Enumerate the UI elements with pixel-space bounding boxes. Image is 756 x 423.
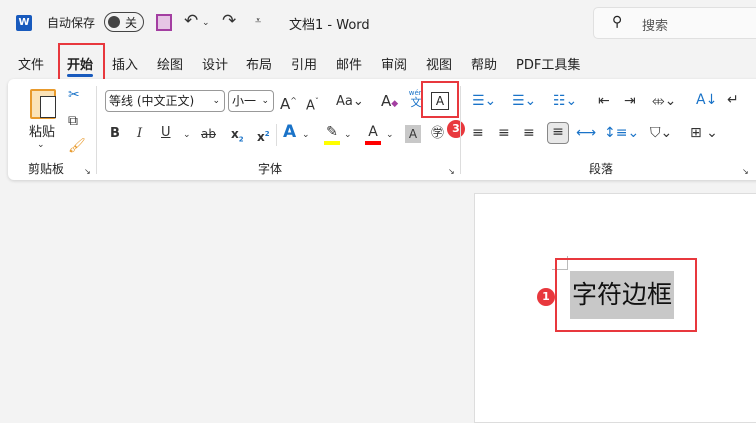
undo-icon[interactable]: ↶	[184, 12, 198, 30]
enclose-characters-icon[interactable]: ㊫	[431, 125, 444, 143]
annotation-box-character-border	[421, 81, 459, 118]
annotation-badge-3: 3	[447, 120, 465, 138]
redo-icon[interactable]: ↷	[222, 12, 236, 30]
increase-indent-icon[interactable]: ⇥	[624, 92, 636, 110]
multilevel-list-icon[interactable]: ☷⌄	[553, 92, 577, 110]
numbering-icon[interactable]: ☰⌄	[512, 92, 536, 110]
shading-icon[interactable]: ⛉⌄	[650, 124, 672, 142]
clear-formatting-icon[interactable]: A◆	[381, 92, 398, 113]
decrease-indent-icon[interactable]: ⇤	[598, 92, 610, 110]
font-color-dropdown-icon[interactable]: ⌄	[386, 126, 394, 144]
paste-dropdown-icon[interactable]: ⌄	[37, 136, 45, 154]
chevron-down-icon: ⌄	[212, 96, 220, 106]
show-formatting-icon[interactable]: ↵	[727, 91, 739, 109]
borders-icon[interactable]: ⊞ ⌄	[690, 124, 718, 142]
bullets-icon[interactable]: ☰⌄	[472, 92, 496, 110]
autosave-state: 关	[125, 16, 138, 30]
divider	[276, 124, 277, 146]
font-color-icon[interactable]: A	[365, 123, 381, 145]
subscript-icon[interactable]: x2	[231, 125, 244, 148]
tab-references[interactable]: 引用	[291, 54, 317, 73]
tab-help[interactable]: 帮助	[471, 54, 497, 73]
line-spacing-icon[interactable]: ↕≡⌄	[604, 124, 639, 142]
autosave-toggle[interactable]: 关	[104, 12, 144, 32]
tab-file[interactable]: 文件	[18, 54, 44, 73]
annotation-box-text	[555, 258, 697, 332]
font-size-select[interactable]: 小一 ⌄	[228, 90, 274, 112]
text-effects-dropdown-icon[interactable]: ⌄	[302, 126, 310, 144]
tab-insert[interactable]: 插入	[112, 54, 138, 73]
tab-layout[interactable]: 布局	[246, 54, 272, 73]
font-size-value: 小一	[232, 94, 257, 108]
tab-design[interactable]: 设计	[202, 54, 228, 73]
paragraph-launcher-icon[interactable]: ↘	[742, 163, 749, 181]
paste-icon[interactable]	[30, 89, 56, 119]
font-name-select[interactable]: 等线 (中文正文) ⌄	[105, 90, 225, 112]
chevron-down-icon: ⌄	[261, 96, 269, 106]
group-divider	[460, 86, 461, 174]
clipboard-group-label: 剪贴板	[28, 162, 65, 176]
align-left-icon[interactable]: ≡	[472, 124, 484, 142]
chinese-layout-icon[interactable]: ⤄⌄	[652, 92, 676, 110]
superscript-icon[interactable]: x2	[257, 125, 270, 146]
save-icon[interactable]	[156, 14, 172, 31]
undo-dropdown-icon[interactable]: ⌄	[202, 14, 210, 32]
bold-icon[interactable]: B	[110, 125, 120, 143]
sort-icon[interactable]: A↓	[696, 91, 717, 109]
tab-draw[interactable]: 绘图	[157, 54, 183, 73]
distributed-icon[interactable]: ⟷	[576, 124, 596, 142]
character-shading-icon[interactable]: A	[405, 125, 421, 143]
shrink-font-icon[interactable]: Aˇ	[306, 93, 319, 115]
tab-pdf-tools[interactable]: PDF工具集	[516, 54, 580, 73]
grow-font-icon[interactable]: A^	[280, 92, 297, 113]
underline-dropdown-icon[interactable]: ⌄	[183, 126, 191, 144]
highlight-icon[interactable]: ✎	[324, 123, 340, 145]
font-group-label: 字体	[258, 162, 283, 176]
annotation-badge-1: 1	[537, 288, 555, 306]
change-case-icon[interactable]: Aa⌄	[336, 93, 364, 111]
font-name-value: 等线 (中文正文)	[109, 94, 195, 108]
paragraph-group-label: 段落	[589, 162, 614, 176]
customize-toolbar-icon[interactable]: ⩡	[255, 12, 261, 30]
clipboard-launcher-icon[interactable]: ↘	[84, 163, 91, 181]
word-icon: W	[16, 15, 32, 31]
tab-view[interactable]: 视图	[426, 54, 452, 73]
align-right-icon[interactable]: ≡	[523, 124, 535, 142]
autosave-label: 自动保存	[47, 16, 96, 30]
search-icon: ⚲	[612, 14, 623, 30]
underline-icon[interactable]: U	[161, 124, 171, 142]
search-box[interactable]: ⚲ 搜索	[593, 7, 756, 39]
text-effects-icon[interactable]: A	[283, 123, 296, 141]
italic-icon[interactable]: I	[137, 125, 142, 143]
strikethrough-icon[interactable]: ab	[201, 125, 216, 143]
toggle-knob	[108, 16, 120, 28]
font-launcher-icon[interactable]: ↘	[448, 163, 455, 181]
format-painter-icon[interactable]: 🖌	[68, 137, 86, 155]
copy-icon[interactable]: ⧉	[68, 112, 78, 130]
tab-mailings[interactable]: 邮件	[336, 54, 362, 73]
highlight-dropdown-icon[interactable]: ⌄	[344, 126, 352, 144]
group-divider	[96, 86, 97, 174]
cut-icon[interactable]: ✂	[68, 86, 80, 104]
document-title: 文档1 - Word	[289, 18, 370, 33]
tab-review[interactable]: 审阅	[381, 54, 407, 73]
justify-icon[interactable]: ≡	[547, 122, 569, 144]
align-center-icon[interactable]: ≡	[498, 124, 510, 142]
search-placeholder: 搜索	[642, 19, 669, 34]
